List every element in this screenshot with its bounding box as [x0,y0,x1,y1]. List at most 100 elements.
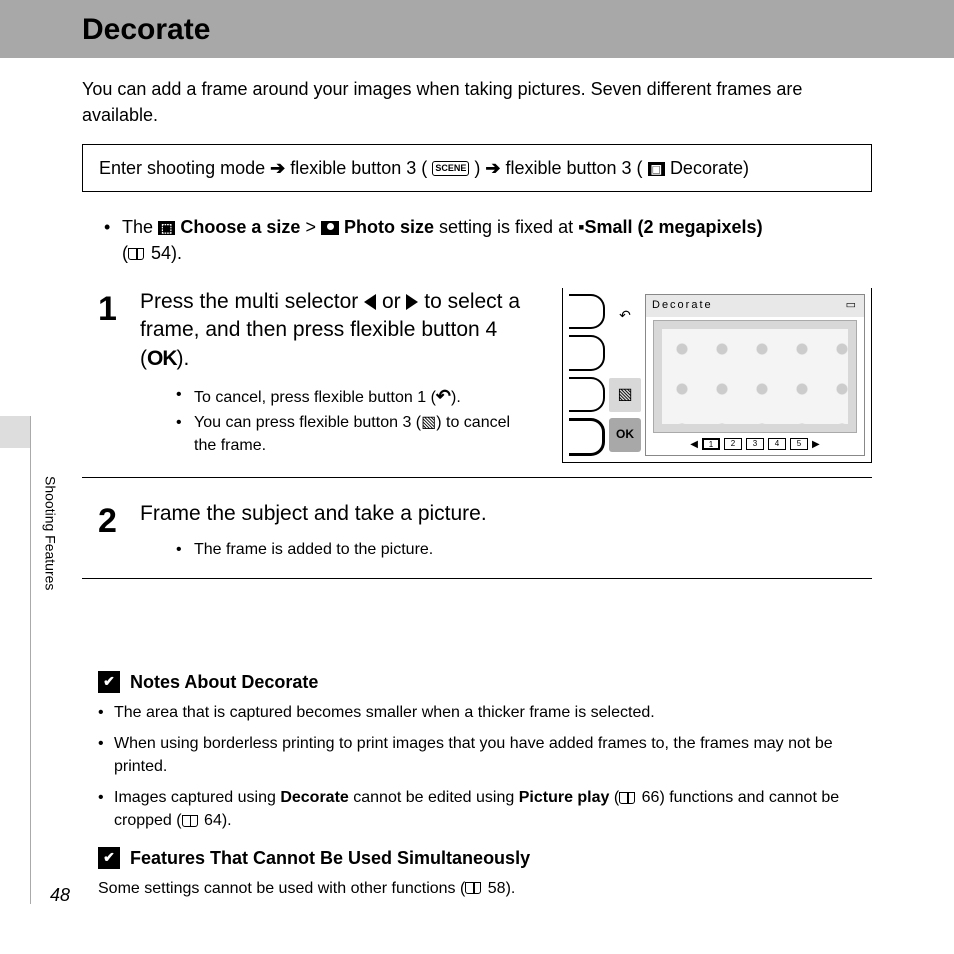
text-fragment: ▪Small (2 megapixels) [578,217,762,237]
notes-list-1: The area that is captured becomes smalle… [98,701,856,833]
navigation-path-box: Enter shooting mode ➔ flexible button 3 … [82,144,872,192]
size-chip: ▭ [846,298,858,314]
pictureplay-bold: Picture play [519,789,610,806]
size-note-item: The ⬚ Choose a size > Photo size setting… [104,214,872,266]
sub-bullet: The frame is added to the picture. [176,538,872,561]
camera-icon [321,221,339,235]
thumbnail: 3 [746,438,764,450]
text-fragment: To cancel, press flexible button 1 ( [194,389,436,406]
side-tab-marker [0,416,30,448]
notes-title: Features That Cannot Be Used Simultaneou… [130,845,530,871]
book-icon [128,248,144,260]
path-text-1: Enter shooting mode [99,158,270,178]
step-number: 1 [98,292,122,326]
check-icon [98,671,120,693]
step-body: Frame the subject and take a picture. Th… [140,500,872,564]
text-fragment: or [382,290,407,313]
path-text-2: flexible button 3 ( [290,158,427,178]
text-fragment: The [122,217,158,237]
back-arrow-icon: ↶ [436,386,451,406]
frame-preview [654,321,856,433]
thumbnail: 4 [768,438,786,450]
note-item: When using borderless printing to print … [98,732,856,778]
notes-section: Notes About Decorate The area that is ca… [82,669,872,900]
step-number: 2 [98,504,122,564]
sub-bullet: You can press flexible button 3 (▧) to c… [176,411,532,457]
triangle-left-icon [364,294,376,310]
page-ref: 58). [483,880,515,897]
step-2: 2 Frame the subject and take a picture. … [82,486,872,579]
left-border [30,416,31,904]
screen-title-bar: Decorate ▭ [646,295,864,317]
section-label: Shooting Features [40,476,60,590]
back-icon: ↶ [609,298,641,332]
decorate-bold: Decorate [280,789,348,806]
page-title: Decorate [82,13,210,46]
book-icon [465,882,481,894]
note-item: The area that is captured becomes smalle… [98,701,856,724]
page-ref: 54). [146,243,182,263]
scroll-right-icon: ▶ [812,438,820,453]
notes-title: Notes About Decorate [130,669,318,695]
path-text-3: ) [474,158,485,178]
book-icon [619,792,635,804]
no-frame-icon: ▧ [609,378,641,412]
text-fragment: Press the multi selector [140,290,364,313]
path-text-4: flexible button 3 ( [505,158,642,178]
choose-size-label: Choose a size [180,217,300,237]
thumbnail-row: ◀ 1 2 3 4 5 ▶ [646,436,864,455]
sub-bullet: To cancel, press flexible button 1 (↶). [176,383,532,409]
thumbnail: 2 [724,438,742,450]
no-frame-icon: ▧ [421,414,436,431]
check-icon [98,847,120,869]
flexible-button-2 [569,335,605,371]
step-1: 1 Press the multi selector or to select … [82,274,872,478]
text-fragment: ( [609,789,619,806]
step2-subbullets: The frame is added to the picture. [140,538,872,561]
page-ref: 64). [200,812,232,829]
thumbnail: 5 [790,438,808,450]
camera-screen: Decorate ▭ ◀ 1 2 3 4 5 ▶ [645,294,865,456]
step-title: Frame the subject and take a picture. [140,500,872,528]
notes2-text: Some settings cannot be used with other … [98,877,856,900]
step1-subbullets: To cancel, press flexible button 1 (↶). … [140,383,532,458]
text-fragment: Images captured using [114,789,280,806]
button-icon-column: ↶ ▧ OK [609,294,641,456]
page-header: Decorate [0,0,954,58]
page-number: 48 [50,882,70,908]
step-title: Press the multi selector or to select a … [140,288,532,373]
notes-header-1: Notes About Decorate [98,669,856,695]
content-area: You can add a frame around your images w… [0,58,954,900]
flexible-button-1 [569,294,605,330]
text-fragment: Some settings cannot be used with other … [98,880,465,897]
flexible-buttons [569,294,605,456]
notes-header-2: Features That Cannot Be Used Simultaneou… [98,845,856,871]
text-fragment: ). [451,389,461,406]
text-fragment: > [305,217,321,237]
text-fragment: setting is fixed at [439,217,578,237]
triangle-right-icon [406,294,418,310]
flexible-button-3 [569,377,605,413]
size-note-list: The ⬚ Choose a size > Photo size setting… [82,214,872,266]
text-fragment: cannot be edited using [349,789,519,806]
arrow-icon: ➔ [485,158,500,178]
steps-container: 1 Press the multi selector or to select … [82,274,872,579]
arrow-icon: ➔ [270,158,285,178]
screen-title: Decorate [652,298,713,314]
small-label: Small (2 megapixels) [584,217,762,237]
menu-icon: ⬚ [158,221,175,235]
camera-display-illustration: ↶ ▧ OK Decorate ▭ ◀ 1 2 3 [562,288,872,463]
ok-label: OK [147,347,177,370]
flexible-button-4 [569,418,605,456]
photo-size-label: Photo size [344,217,434,237]
note-item: Images captured using Decorate cannot be… [98,786,856,832]
intro-text: You can add a frame around your images w… [82,76,872,128]
book-icon [182,815,198,827]
thumbnail: 1 [702,438,720,450]
step-body: Press the multi selector or to select a … [140,288,532,460]
scene-icon: SCENE [432,161,469,176]
text-fragment: You can press flexible button 3 ( [194,414,421,431]
path-text-5: Decorate) [670,158,749,178]
ok-icon: OK [609,418,641,452]
scroll-left-icon: ◀ [690,438,698,453]
